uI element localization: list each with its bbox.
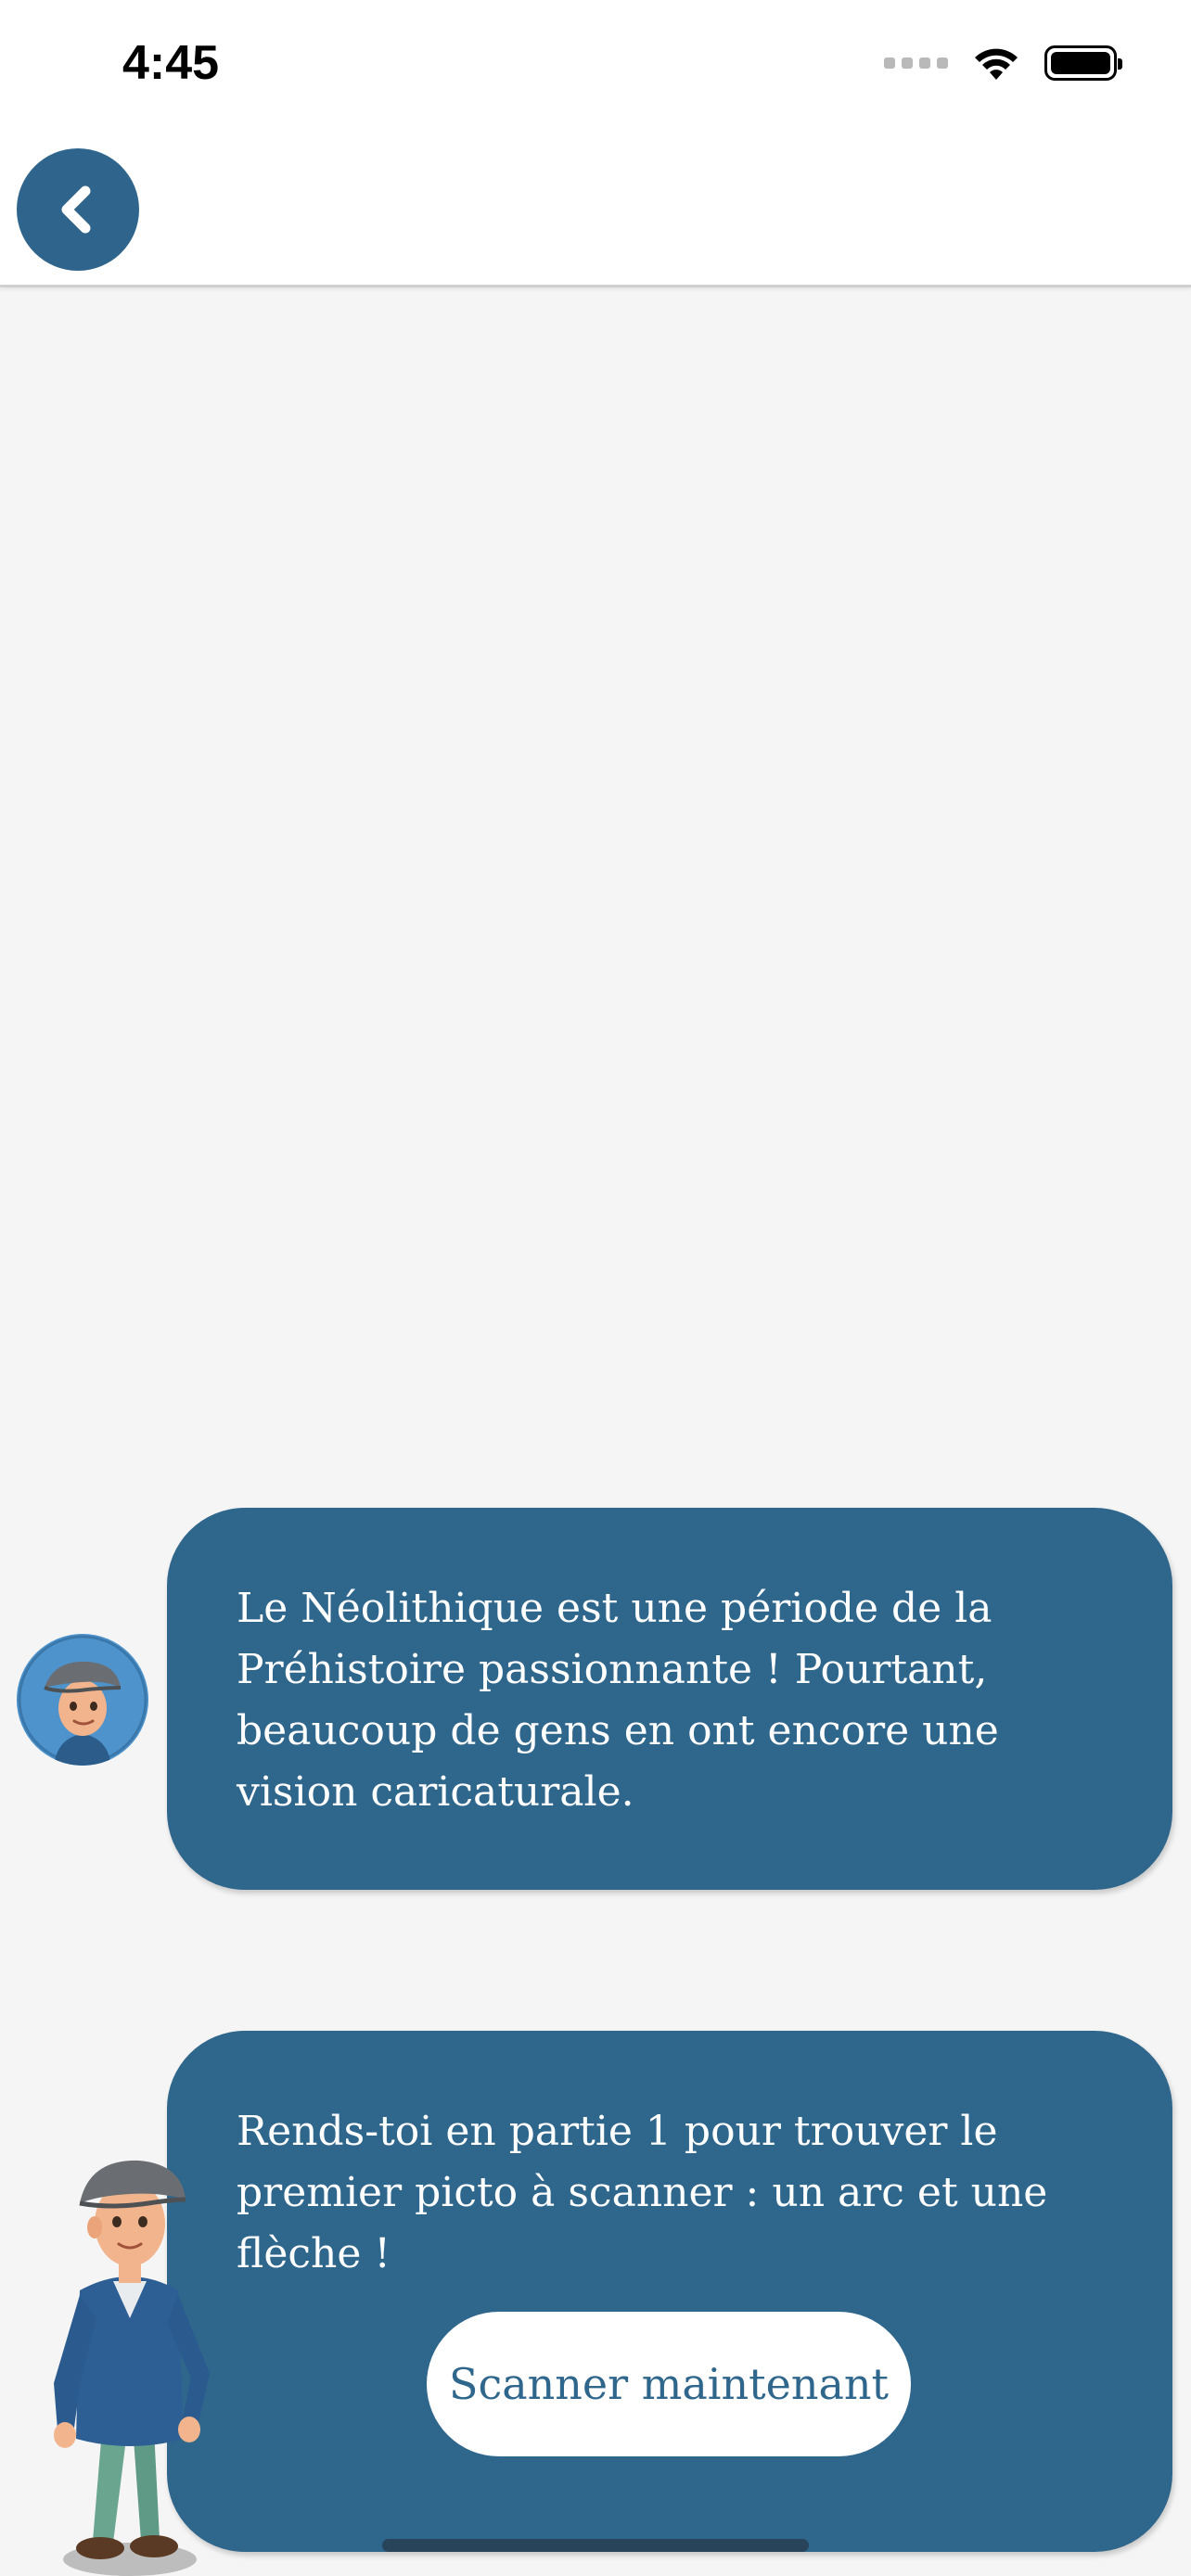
status-icons — [884, 45, 1122, 82]
signal-icon — [884, 57, 948, 69]
message-text: Le Néolithique est une période de la Pré… — [237, 1585, 999, 1816]
home-indicator — [382, 2539, 809, 2552]
guide-avatar — [17, 1634, 148, 1766]
nav-bar — [0, 130, 1191, 287]
chevron-left-icon — [61, 185, 91, 234]
wifi-icon — [972, 45, 1020, 82]
battery-icon — [1044, 45, 1122, 81]
chat-bubble-1: Le Néolithique est une période de la Pré… — [167, 1508, 1172, 1890]
message-text: Rends-toi en partie 1 pour trouver le pr… — [237, 2108, 1048, 2277]
chat-bubble-2: Rends-toi en partie 1 pour trouver le pr… — [167, 2031, 1172, 2552]
status-bar: 4:45 — [0, 0, 1191, 130]
guide-character — [37, 2151, 223, 2576]
status-time: 4:45 — [122, 36, 220, 90]
back-button[interactable] — [17, 148, 139, 271]
screen: 4:45 Le Néolithique est une période de l… — [0, 0, 1191, 2576]
scan-now-button[interactable]: Scanner maintenant — [427, 2312, 911, 2456]
